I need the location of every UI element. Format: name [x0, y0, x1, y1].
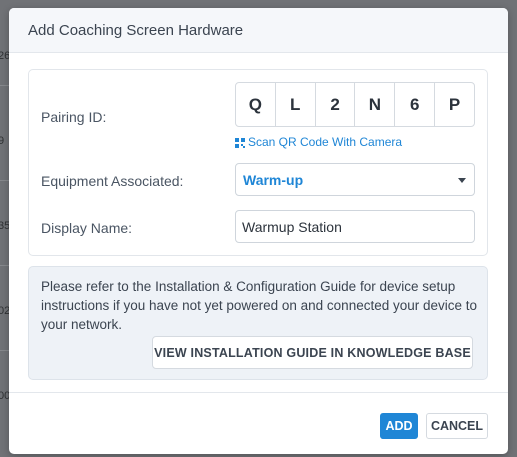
installation-info-panel: Please refer to the Installation & Confi…: [28, 266, 488, 380]
pairing-id-char[interactable]: L: [276, 83, 316, 126]
cancel-button[interactable]: CANCEL: [426, 413, 488, 439]
installation-info-text: Please refer to the Installation & Confi…: [41, 279, 478, 332]
pairing-id-input[interactable]: Q L 2 N 6 P: [235, 82, 475, 127]
chevron-down-icon: [458, 178, 466, 183]
add-button[interactable]: ADD: [380, 413, 418, 439]
pairing-id-char[interactable]: 6: [395, 83, 436, 126]
equipment-select[interactable]: Warm-up: [235, 163, 475, 196]
display-name-input[interactable]: [235, 210, 475, 243]
pairing-id-char[interactable]: P: [435, 83, 474, 126]
display-name-label: Display Name:: [41, 220, 133, 236]
pairing-id-char[interactable]: N: [355, 83, 396, 126]
dialog-title: Add Coaching Screen Hardware: [28, 21, 244, 39]
equipment-selected-value: Warm-up: [243, 171, 304, 188]
scan-qr-label: Scan QR Code With Camera: [248, 135, 403, 149]
qr-code-icon: [235, 137, 245, 148]
backdrop-fragment: 9: [0, 135, 5, 147]
pairing-id-label: Pairing ID:: [41, 109, 107, 125]
add-hardware-dialog: Add Coaching Screen Hardware Pairing ID:…: [9, 8, 508, 454]
equipment-label: Equipment Associated:: [41, 173, 184, 189]
pairing-id-char[interactable]: Q: [236, 83, 276, 126]
dialog-footer: ADD CANCEL: [9, 392, 508, 454]
view-installation-guide-button[interactable]: VIEW INSTALLATION GUIDE IN KNOWLEDGE BAS…: [152, 336, 473, 369]
scan-qr-link[interactable]: Scan QR Code With Camera: [235, 135, 402, 149]
dialog-header: Add Coaching Screen Hardware: [9, 8, 508, 53]
pairing-id-char[interactable]: 2: [316, 83, 356, 126]
hardware-form: Pairing ID: Q L 2 N 6 P Scan QR Code Wit…: [28, 69, 488, 256]
